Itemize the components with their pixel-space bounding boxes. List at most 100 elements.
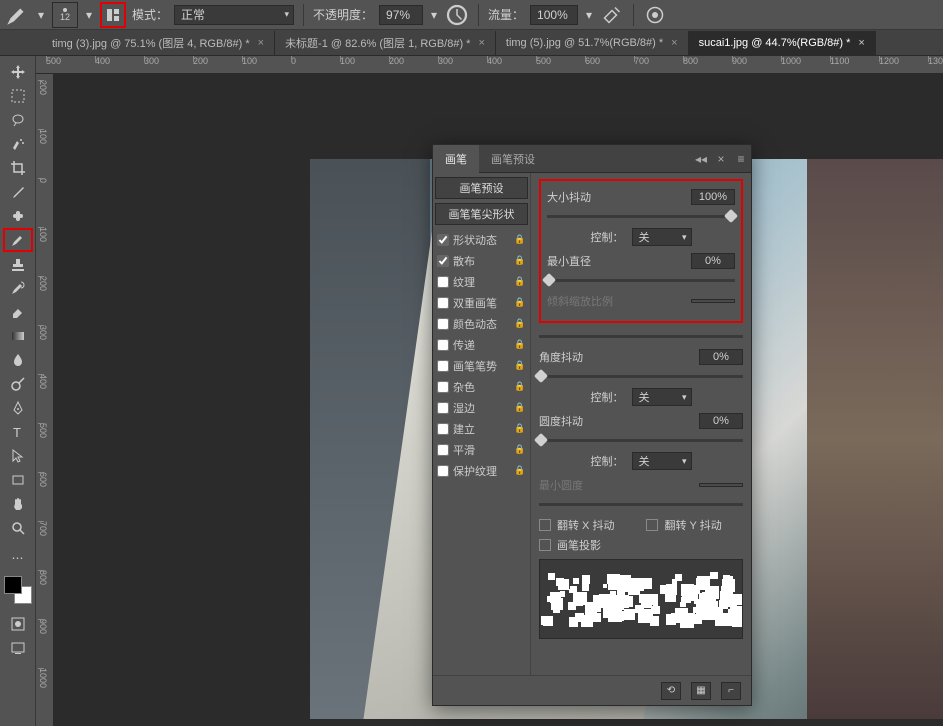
ruler-horizontal[interactable]: 5004003002001000100200300400500600700800…	[36, 56, 943, 74]
quick-mask-toggle[interactable]	[3, 612, 33, 636]
size-jitter-slider[interactable]	[547, 211, 735, 225]
pen-tool[interactable]	[3, 396, 33, 420]
move-tool[interactable]	[3, 60, 33, 84]
type-tool[interactable]: T	[3, 420, 33, 444]
lock-icon[interactable]: 🔒	[514, 402, 526, 414]
brush-option-3[interactable]: 双重画笔🔒	[435, 292, 528, 313]
min-diameter-slider[interactable]	[547, 275, 735, 289]
zoom-tool[interactable]	[3, 516, 33, 540]
option-checkbox[interactable]	[437, 339, 449, 351]
flip-y-checkbox[interactable]	[646, 519, 658, 531]
option-checkbox[interactable]	[437, 297, 449, 309]
brush-preview-thumb[interactable]: 12	[52, 2, 78, 28]
option-checkbox[interactable]	[437, 360, 449, 372]
eyedropper-tool[interactable]	[3, 180, 33, 204]
option-checkbox[interactable]	[437, 255, 449, 267]
option-checkbox[interactable]	[437, 444, 449, 456]
gradient-tool[interactable]	[3, 324, 33, 348]
option-checkbox[interactable]	[437, 465, 449, 477]
blend-mode-select[interactable]: 正常	[174, 5, 294, 25]
edit-toolbar[interactable]: ⋯	[3, 546, 33, 570]
rectangle-tool[interactable]	[3, 468, 33, 492]
healing-brush-tool[interactable]	[3, 204, 33, 228]
brush-tip-shape-button[interactable]: 画笔笔尖形状	[435, 203, 528, 225]
option-checkbox[interactable]	[437, 381, 449, 393]
brush-option-8[interactable]: 湿边🔒	[435, 397, 528, 418]
brush-option-10[interactable]: 平滑🔒	[435, 439, 528, 460]
close-icon[interactable]: ×	[711, 149, 731, 169]
lasso-tool[interactable]	[3, 108, 33, 132]
brush-projection-checkbox[interactable]	[539, 539, 551, 551]
option-checkbox[interactable]	[437, 276, 449, 288]
lock-icon[interactable]: 🔒	[514, 339, 526, 351]
round-jitter-value[interactable]: 0%	[699, 413, 743, 429]
toggle-live-preview-icon[interactable]: ⟲	[661, 682, 681, 700]
stamp-tool[interactable]	[3, 252, 33, 276]
size-pressure-icon[interactable]	[643, 4, 667, 26]
eraser-tool[interactable]	[3, 300, 33, 324]
hand-tool[interactable]	[3, 492, 33, 516]
brush-option-4[interactable]: 颜色动态🔒	[435, 313, 528, 334]
quick-select-tool[interactable]	[3, 132, 33, 156]
panel-tab-presets[interactable]: 画笔预设	[479, 145, 547, 173]
lock-icon[interactable]: 🔒	[514, 465, 526, 477]
blur-tool[interactable]	[3, 348, 33, 372]
tab-0[interactable]: timg (3).jpg @ 75.1% (图层 4, RGB/8#) *×	[42, 31, 275, 55]
history-brush-tool[interactable]	[3, 276, 33, 300]
brush-option-9[interactable]: 建立🔒	[435, 418, 528, 439]
tab-2[interactable]: timg (5).jpg @ 51.7%(RGB/8#) *×	[496, 31, 689, 55]
close-icon[interactable]: ×	[858, 37, 864, 49]
option-checkbox[interactable]	[437, 402, 449, 414]
min-diameter-value[interactable]: 0%	[691, 253, 735, 269]
size-jitter-value[interactable]: 100%	[691, 189, 735, 205]
lock-icon[interactable]: 🔒	[514, 297, 526, 309]
collapse-icon[interactable]: ◂◂	[691, 149, 711, 169]
tab-3[interactable]: sucai1.jpg @ 44.7%(RGB/8#) *×	[689, 31, 876, 55]
option-checkbox[interactable]	[437, 234, 449, 246]
angle-control-select[interactable]: 关	[632, 388, 692, 406]
round-control-select[interactable]: 关	[632, 452, 692, 470]
menu-icon[interactable]: ≡	[731, 149, 751, 169]
size-control-select[interactable]: 关	[632, 228, 692, 246]
opacity-input[interactable]: 97%	[379, 5, 423, 25]
lock-icon[interactable]: 🔒	[514, 276, 526, 288]
brush-presets-button[interactable]: 画笔预设	[435, 177, 528, 199]
flow-input[interactable]: 100%	[530, 5, 578, 25]
close-icon[interactable]: ×	[671, 37, 677, 49]
lock-icon[interactable]: 🔒	[514, 423, 526, 435]
lock-icon[interactable]: 🔒	[514, 255, 526, 267]
brush-option-2[interactable]: 纹理🔒	[435, 271, 528, 292]
lock-icon[interactable]: 🔒	[514, 381, 526, 393]
crop-tool[interactable]	[3, 156, 33, 180]
brush-option-1[interactable]: 散布🔒	[435, 250, 528, 271]
tab-1[interactable]: 未标题-1 @ 82.6% (图层 1, RGB/8#) *×	[275, 31, 496, 55]
close-icon[interactable]: ×	[478, 37, 484, 49]
panel-tab-brush[interactable]: 画笔	[433, 145, 479, 173]
tool-preset-dropdown[interactable]: ▾	[36, 8, 46, 22]
brush-tool[interactable]	[3, 228, 33, 252]
fg-color[interactable]	[4, 576, 22, 594]
airbrush-icon[interactable]	[600, 4, 624, 26]
flow-dropdown[interactable]: ▾	[584, 8, 594, 22]
path-select-tool[interactable]	[3, 444, 33, 468]
opacity-pressure-icon[interactable]	[445, 4, 469, 26]
angle-jitter-slider[interactable]	[539, 371, 743, 385]
flip-x-checkbox[interactable]	[539, 519, 551, 531]
brush-option-0[interactable]: 形状动态🔒	[435, 229, 528, 250]
brush-option-7[interactable]: 杂色🔒	[435, 376, 528, 397]
lock-icon[interactable]: 🔒	[514, 234, 526, 246]
marquee-tool[interactable]	[3, 84, 33, 108]
screen-mode-toggle[interactable]	[3, 636, 33, 660]
snap-icon[interactable]: ⌐	[721, 682, 741, 700]
brush-option-6[interactable]: 画笔笔势🔒	[435, 355, 528, 376]
angle-jitter-value[interactable]: 0%	[699, 349, 743, 365]
lock-icon[interactable]: 🔒	[514, 360, 526, 372]
lock-icon[interactable]: 🔒	[514, 318, 526, 330]
color-swatches[interactable]	[4, 576, 32, 604]
brush-picker-dropdown[interactable]: ▾	[84, 8, 94, 22]
option-checkbox[interactable]	[437, 318, 449, 330]
brush-panel-toggle[interactable]	[100, 2, 126, 28]
brush-option-5[interactable]: 传递🔒	[435, 334, 528, 355]
option-checkbox[interactable]	[437, 423, 449, 435]
opacity-dropdown[interactable]: ▾	[429, 8, 439, 22]
